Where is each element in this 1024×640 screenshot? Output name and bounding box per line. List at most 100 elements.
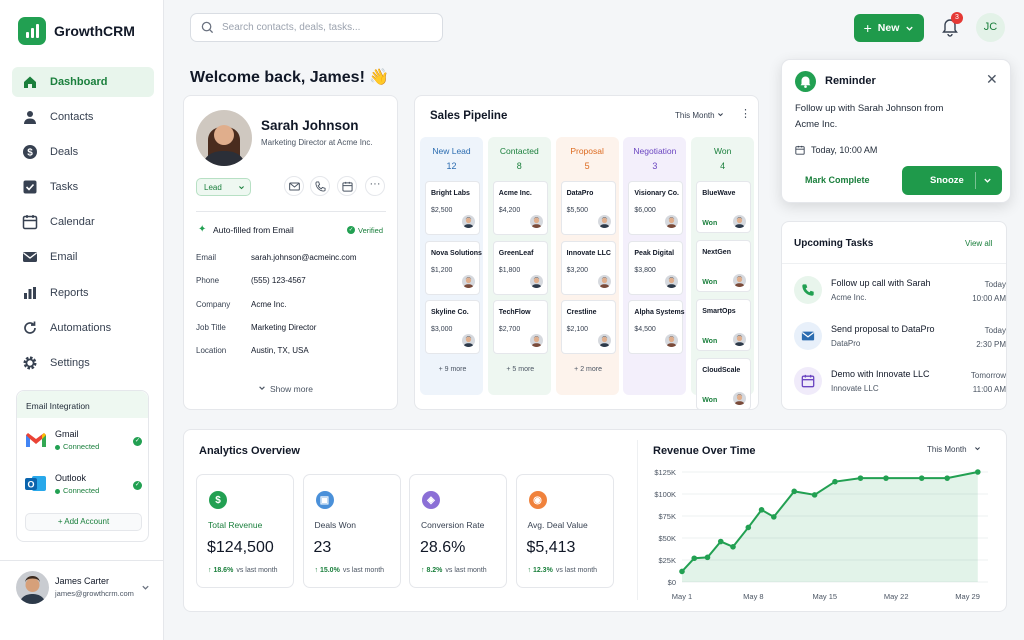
avatar bbox=[597, 274, 611, 288]
gmail-icon bbox=[26, 433, 46, 447]
pipeline-column-proposal: Proposal 5 DataPro $5,500 Innovate LLC $3,200… bbox=[555, 137, 620, 395]
user-avatar-button[interactable]: JC bbox=[976, 13, 1005, 42]
app-logo[interactable]: GrowthCRM bbox=[18, 17, 135, 45]
deal-value: $2,700 bbox=[498, 326, 521, 333]
field-value[interactable]: sarah.johnson@acmeinc.com bbox=[251, 253, 357, 262]
data-point[interactable] bbox=[944, 475, 950, 481]
new-button[interactable]: + New bbox=[854, 14, 924, 42]
close-icon[interactable]: ✕ bbox=[986, 71, 998, 88]
mark-complete-button[interactable]: Mark Complete bbox=[805, 175, 870, 185]
field-value[interactable]: Acme Inc. bbox=[251, 300, 287, 309]
stat-card-total-revenue[interactable]: $ Total Revenue $124,500 ↑ 18.6% vs last mon… bbox=[196, 474, 294, 588]
data-point[interactable] bbox=[679, 568, 685, 575]
data-point[interactable] bbox=[791, 488, 797, 495]
sidebar-item-deals[interactable]: $ Deals bbox=[12, 137, 154, 167]
chevron-down-icon bbox=[239, 186, 244, 190]
snooze-button[interactable]: Snooze bbox=[902, 166, 1002, 195]
sidebar-item-tasks[interactable]: Tasks bbox=[12, 172, 154, 202]
sidebar-item-dashboard[interactable]: Dashboard bbox=[12, 67, 154, 97]
data-point[interactable] bbox=[975, 469, 981, 475]
avatar bbox=[529, 334, 543, 347]
revenue-area bbox=[682, 472, 978, 582]
x-tick-label: May 29 bbox=[955, 592, 980, 601]
deal-card[interactable]: Skyline Co. $3,000 bbox=[425, 300, 480, 354]
data-point[interactable] bbox=[730, 544, 736, 550]
data-point[interactable] bbox=[771, 514, 777, 520]
stat-card-conversion-rate[interactable]: ◈ Conversion Rate 28.6% ↑ 8.2% vs last month bbox=[409, 474, 507, 588]
deal-card[interactable]: Alpha Systems $4,500 bbox=[628, 300, 685, 354]
data-point[interactable] bbox=[758, 507, 765, 513]
deal-card[interactable]: Acme Inc. $4,200 bbox=[492, 181, 548, 235]
data-point[interactable] bbox=[857, 475, 864, 481]
search-bar[interactable]: Search contacts, deals, tasks... bbox=[190, 13, 443, 42]
task-due: Tomorrow 11:00 AM bbox=[971, 369, 1006, 397]
field-value[interactable]: (555) 123-4567 bbox=[251, 276, 306, 285]
call-action-button[interactable] bbox=[310, 176, 330, 196]
chevron-down-icon bbox=[259, 386, 265, 390]
avatar bbox=[733, 392, 747, 405]
show-more-link[interactable]: Show more bbox=[258, 384, 313, 394]
deal-card[interactable]: Peak Digital $3,800 bbox=[628, 240, 684, 295]
avatar bbox=[733, 274, 747, 287]
dollar-icon: $ bbox=[23, 145, 37, 160]
plus-icon: + bbox=[863, 20, 872, 36]
search-input[interactable]: Search contacts, deals, tasks... bbox=[222, 22, 360, 33]
view-all-link[interactable]: View all bbox=[965, 239, 992, 248]
deal-card[interactable]: DataPro $5,500 bbox=[560, 181, 616, 235]
sidebar-item-email[interactable]: Email bbox=[12, 242, 154, 272]
lead-status-dropdown[interactable]: Lead bbox=[196, 178, 251, 196]
change-value: 8.2% bbox=[426, 567, 443, 574]
data-point[interactable] bbox=[832, 478, 838, 485]
more-options-button[interactable]: ··· bbox=[365, 176, 385, 196]
notifications-button[interactable]: 3 bbox=[941, 12, 963, 39]
more-deals-link[interactable]: + 5 more bbox=[489, 366, 552, 373]
sidebar-item-contacts[interactable]: Contacts bbox=[12, 102, 154, 132]
data-point[interactable] bbox=[717, 538, 724, 545]
task-day: Today bbox=[984, 325, 1006, 335]
data-point[interactable] bbox=[704, 554, 711, 561]
data-point[interactable] bbox=[918, 475, 925, 481]
sidebar-item-settings[interactable]: Settings bbox=[12, 348, 154, 378]
sidebar-item-reports[interactable]: Reports bbox=[12, 278, 154, 308]
deal-card[interactable]: Bright Labs $2,500 bbox=[425, 181, 480, 235]
change-percent: ↑ 8.2% bbox=[421, 567, 442, 574]
schedule-action-button[interactable] bbox=[337, 176, 357, 196]
notification-badge: 3 bbox=[951, 12, 963, 24]
deal-card[interactable]: NextGen Won bbox=[696, 240, 752, 292]
sidebar-item-calendar[interactable]: Calendar bbox=[12, 207, 154, 237]
email-integration-card: Email Integration Gmail Connected ✓ O Ou… bbox=[16, 390, 149, 542]
sidebar-item-automations[interactable]: Automations bbox=[12, 313, 154, 343]
deal-card[interactable]: Crestline $2,100 bbox=[560, 300, 616, 354]
revenue-period-dropdown[interactable]: This Month bbox=[927, 445, 981, 454]
more-deals-link[interactable]: + 2 more bbox=[557, 366, 620, 373]
stat-card-deals-won[interactable]: ▣ Deals Won 23 ↑ 15.0% vs last month bbox=[302, 474, 401, 588]
data-point[interactable] bbox=[811, 492, 818, 498]
add-account-button[interactable]: + Add Account bbox=[25, 513, 142, 531]
data-point[interactable] bbox=[883, 475, 889, 481]
outlook-account[interactable]: O Outlook Connected ✓ bbox=[25, 473, 149, 495]
data-point[interactable] bbox=[691, 555, 698, 562]
field-label: Location bbox=[196, 346, 227, 356]
email-action-button[interactable] bbox=[284, 176, 304, 196]
deal-card[interactable]: TechFlow $2,700 bbox=[492, 300, 548, 354]
task-day: Today bbox=[984, 280, 1006, 289]
data-point[interactable] bbox=[745, 524, 752, 531]
deal-card[interactable]: CloudScale Won bbox=[696, 358, 752, 410]
deal-card[interactable]: Nova Solutions $1,200 bbox=[425, 240, 482, 295]
deal-card[interactable]: Innovate LLC $3,200 bbox=[560, 240, 616, 295]
field-value[interactable]: Marketing Director bbox=[251, 323, 316, 332]
stat-card-avg-deal-value[interactable]: ◉ Avg. Deal Value $5,413 ↑ 12.3% vs last mon… bbox=[515, 474, 614, 588]
deal-card[interactable]: BlueWave Won bbox=[696, 181, 752, 233]
gmail-account[interactable]: Gmail Connected ✓ bbox=[25, 429, 149, 451]
deal-card[interactable]: SmartOps Won bbox=[696, 299, 752, 351]
chevron-down-icon[interactable] bbox=[983, 176, 992, 185]
kebab-menu-icon[interactable]: ⋮ bbox=[740, 107, 751, 120]
user-profile-menu[interactable]: James Carter james@growthcrm.com bbox=[0, 560, 164, 640]
deal-name: NextGen bbox=[702, 249, 731, 256]
more-deals-link[interactable]: + 9 more bbox=[421, 366, 484, 373]
deal-card[interactable]: Visionary Co. $6,000 bbox=[628, 181, 684, 235]
avatar bbox=[16, 571, 49, 604]
field-value[interactable]: Austin, TX, USA bbox=[251, 346, 309, 355]
deal-card[interactable]: GreenLeaf $1,800 bbox=[492, 240, 548, 295]
pipeline-period-dropdown[interactable]: This Month bbox=[675, 111, 724, 120]
